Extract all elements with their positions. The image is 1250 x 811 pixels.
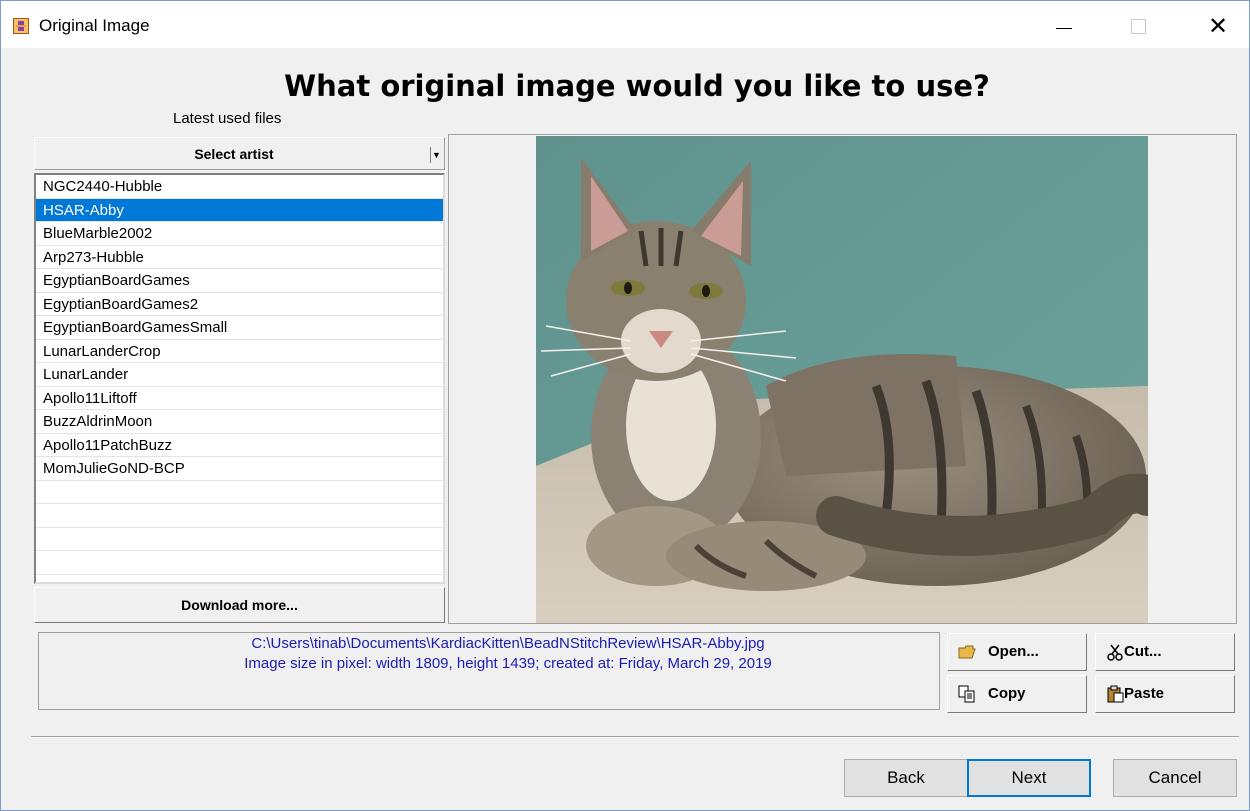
copy-button[interactable]: Copy xyxy=(947,675,1087,713)
file-list-item[interactable]: Arp273-Hubble xyxy=(36,246,443,269)
cat-preview-image xyxy=(536,136,1148,623)
minimize-icon xyxy=(1056,27,1072,29)
open-button-label: Open... xyxy=(988,643,1039,660)
close-icon: ✕ xyxy=(1207,12,1229,40)
maximize-button[interactable] xyxy=(1115,7,1161,45)
latest-files-label: Latest used files xyxy=(173,110,282,127)
file-list-item[interactable]: LunarLanderCrop xyxy=(36,340,443,363)
title-bar[interactable]: Original Image ✕ xyxy=(1,1,1249,48)
file-list-item[interactable] xyxy=(36,551,443,575)
file-list-item[interactable] xyxy=(36,481,443,504)
copy-icon xyxy=(958,685,976,703)
page-title: What original image would you like to us… xyxy=(284,69,990,103)
open-button[interactable]: Open... xyxy=(947,633,1087,671)
select-artist-dropdown[interactable]: Select artist ▼ xyxy=(34,137,445,170)
latest-files-list[interactable]: NGC2440-Hubble HSAR-Abby BlueMarble2002 Arp… xyxy=(34,173,445,584)
maximize-icon xyxy=(1130,18,1146,34)
dropdown-arrow-icon[interactable]: ▼ xyxy=(430,147,442,163)
bead-app-icon xyxy=(13,18,29,34)
footer-divider xyxy=(31,736,1239,738)
file-list-item[interactable]: LunarLander xyxy=(36,363,443,387)
file-list-item[interactable]: HSAR-Abby xyxy=(36,198,443,222)
copy-button-label: Copy xyxy=(988,685,1026,702)
paste-button[interactable]: Paste xyxy=(1095,675,1235,713)
cut-button-label: Cut... xyxy=(1124,643,1162,660)
scissors-icon xyxy=(1106,643,1124,661)
open-folder-icon xyxy=(958,643,976,661)
back-button[interactable]: Back xyxy=(844,759,968,797)
file-list-item[interactable]: MomJulieGoND-BCP xyxy=(36,457,443,481)
file-list-item[interactable]: Apollo11PatchBuzz xyxy=(36,434,443,457)
file-list-item[interactable] xyxy=(36,528,443,551)
file-list-item[interactable]: BlueMarble2002 xyxy=(36,222,443,246)
paste-button-label: Paste xyxy=(1124,685,1165,702)
file-list-item[interactable]: BuzzAldrinMoon xyxy=(36,410,443,434)
cut-button[interactable]: Cut... xyxy=(1095,633,1235,671)
next-button[interactable]: Next xyxy=(967,759,1091,797)
image-size-text: Image size in pixel: width 1809, height … xyxy=(244,655,772,672)
file-list-item[interactable]: EgyptianBoardGames xyxy=(36,269,443,293)
file-list-item[interactable]: Apollo11Liftoff xyxy=(36,387,443,410)
window-title: Original Image xyxy=(39,16,150,35)
close-button[interactable]: ✕ xyxy=(1195,7,1241,45)
paste-clipboard-icon xyxy=(1106,685,1124,703)
file-list-item[interactable]: EgyptianBoardGamesSmall xyxy=(36,316,443,340)
file-list-item[interactable] xyxy=(36,504,443,528)
image-path-text: C:\Users\tinab\Documents\KardiacKitten\B… xyxy=(251,635,765,652)
cancel-button[interactable]: Cancel xyxy=(1113,759,1237,797)
download-more-button[interactable]: Download more... xyxy=(34,587,445,623)
select-artist-label: Select artist xyxy=(194,146,274,162)
image-info-panel: C:\Users\tinab\Documents\KardiacKitten\B… xyxy=(38,632,940,710)
dialog-window: Original Image ✕ What original image wou… xyxy=(0,0,1250,811)
file-list-item[interactable]: EgyptianBoardGames2 xyxy=(36,293,443,316)
minimize-button[interactable] xyxy=(1041,7,1087,45)
file-list-item[interactable]: NGC2440-Hubble xyxy=(36,175,443,199)
